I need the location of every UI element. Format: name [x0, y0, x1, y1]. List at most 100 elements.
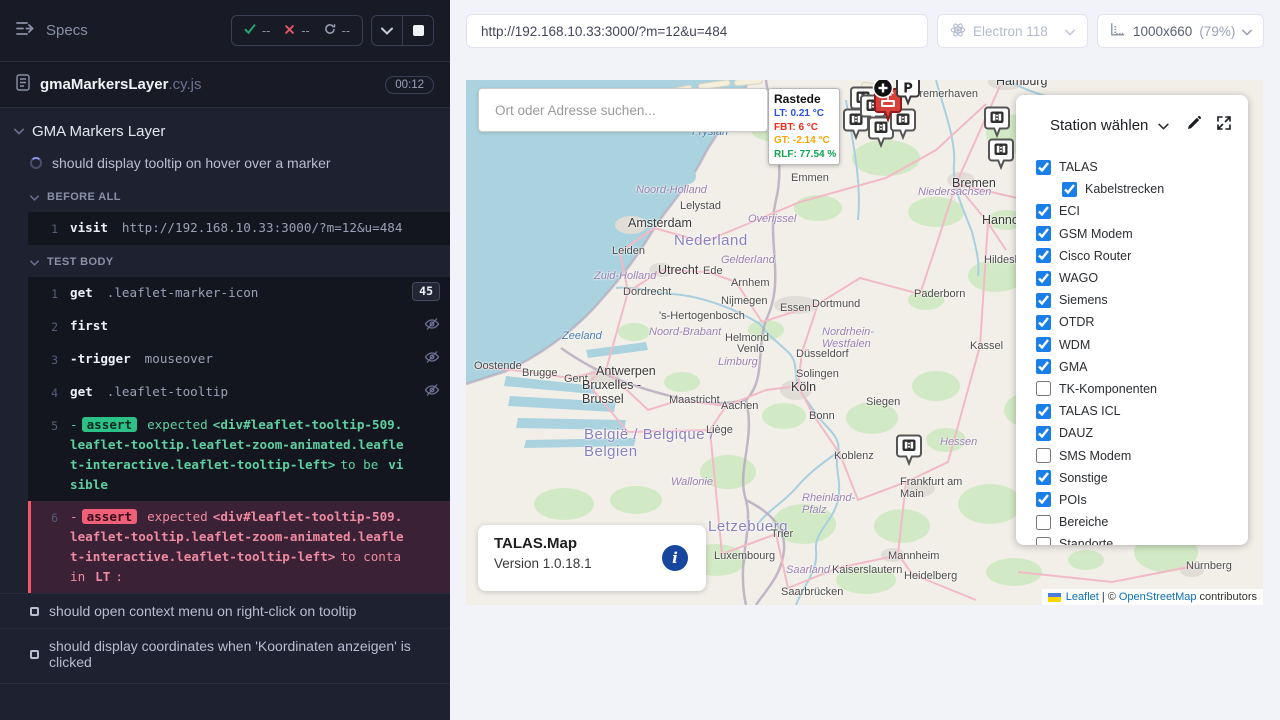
station-checkbox[interactable]	[1036, 337, 1051, 352]
chevron-down-icon	[30, 253, 39, 271]
tooltip-title: Rastede	[774, 92, 834, 106]
aut-toolbar: Electron 118 1000x660 (79%)	[450, 0, 1280, 62]
suite-title: GMA Markers Layer	[32, 123, 165, 140]
station-label: POIs	[1059, 493, 1087, 507]
station-checkbox[interactable]	[1036, 248, 1051, 263]
station-checkbox[interactable]	[1036, 426, 1051, 441]
station-item: OTDR	[1036, 311, 1232, 333]
stations-title: Station wählen	[1050, 117, 1148, 134]
app-title: TALAS.Map	[494, 535, 690, 552]
station-item: Bereiche	[1036, 511, 1232, 533]
station-label: GSM Modem	[1059, 227, 1133, 241]
before-all-header[interactable]: BEFORE ALL	[0, 180, 450, 212]
test-pending-2[interactable]: should display coordinates when 'Koordin…	[0, 628, 450, 679]
station-checkbox[interactable]	[1036, 537, 1051, 545]
station-item: TALAS	[1036, 156, 1232, 178]
station-checkbox[interactable]	[1036, 381, 1051, 396]
station-item: Standorte	[1036, 533, 1232, 545]
station-label: TK-Komponenten	[1059, 382, 1157, 396]
station-checkbox[interactable]	[1036, 470, 1051, 485]
station-checkbox[interactable]	[1036, 359, 1051, 374]
search-input[interactable]	[479, 103, 767, 118]
station-checkbox[interactable]	[1036, 492, 1051, 507]
invisible-eye-icon	[424, 349, 440, 371]
collapse-tests-button[interactable]	[372, 16, 402, 45]
info-icon[interactable]: i	[662, 545, 688, 571]
viewport-select[interactable]: 1000x660 (79%)	[1097, 14, 1264, 48]
station-checkbox[interactable]	[1036, 404, 1051, 419]
station-label: TALAS	[1059, 160, 1098, 174]
station-item: TK-Komponenten	[1036, 378, 1232, 400]
station-checkbox[interactable]	[1036, 204, 1051, 219]
assert-passed-row[interactable]: 5 -assertexpected<div#leaflet-tooltip-50…	[28, 409, 450, 501]
passed-count: --	[244, 23, 270, 38]
test-pending-1[interactable]: should open context menu on right-click …	[0, 593, 450, 628]
tooltip-value-row: GT: -2.14 °C	[774, 134, 834, 148]
station-checkbox[interactable]	[1036, 293, 1051, 308]
station-label: WDM	[1059, 338, 1090, 352]
osm-link[interactable]: OpenStreetMap	[1119, 591, 1197, 603]
station-label: DAUZ	[1059, 426, 1093, 440]
spec-row[interactable]: gmaMarkersLayer.cy.js 00:12	[0, 62, 450, 108]
command-row-visit[interactable]: 1 visithttp://192.168.10.33:3000/?m=12&u…	[28, 212, 450, 245]
invisible-eye-icon	[424, 316, 440, 338]
chevron-down-icon	[1065, 24, 1075, 39]
station-checkbox[interactable]	[1062, 182, 1077, 197]
chevron-down-icon[interactable]	[1158, 117, 1169, 135]
station-label: GMA	[1059, 360, 1087, 374]
invisible-eye-icon	[424, 382, 440, 404]
tooltip-value-row: RLF: 77.54 %	[774, 148, 834, 162]
station-item: WAGO	[1036, 267, 1232, 289]
test-running[interactable]: should display tooltip on hover over a m…	[0, 146, 450, 180]
command-row-trigger[interactable]: 3 -triggermouseover	[28, 343, 450, 376]
reporter-header: Specs -- -- --	[0, 0, 450, 62]
stop-button[interactable]	[403, 16, 433, 45]
expand-icon[interactable]	[1216, 115, 1232, 136]
station-list: TALASKabelstreckenECIGSM ModemCisco Rout…	[1036, 156, 1232, 545]
station-label: Cisco Router	[1059, 249, 1131, 263]
stop-icon	[413, 25, 424, 36]
pending-square-icon	[30, 650, 39, 659]
station-item: SMS Modem	[1036, 444, 1232, 466]
command-row-get[interactable]: 1 get.leaflet-marker-icon 45	[28, 277, 450, 310]
station-item: WDM	[1036, 334, 1232, 356]
station-label: Standorte	[1059, 537, 1113, 545]
test-body-header[interactable]: TEST BODY	[0, 245, 450, 277]
station-checkbox[interactable]	[1036, 448, 1051, 463]
url-input[interactable]	[481, 24, 913, 39]
aut-panel: Electron 118 1000x660 (79%)	[450, 0, 1280, 720]
map[interactable]: HamburgBremerhavenBremenNiedersachsenHan…	[466, 80, 1263, 605]
station-checkbox[interactable]	[1036, 160, 1051, 175]
station-label: TALAS ICL	[1059, 404, 1121, 418]
assert-failed-row[interactable]: 6 -assertexpected<div#leaflet-tooltip-50…	[28, 501, 450, 593]
stations-panel: Station wählen TALASKabelstreckenECIGSM …	[1016, 95, 1248, 545]
edit-pencil-icon[interactable]	[1186, 115, 1202, 136]
station-label: OTDR	[1059, 315, 1094, 329]
app-version: Version 1.0.18.1	[494, 556, 690, 571]
test-body-commands: 1 get.leaflet-marker-icon 45 2 first 3 -…	[28, 277, 450, 593]
station-item: POIs	[1036, 489, 1232, 511]
command-row-get-tooltip[interactable]: 4 get.leaflet-tooltip	[28, 376, 450, 409]
spec-duration-badge: 00:12	[385, 76, 434, 94]
leaflet-link[interactable]: Leaflet	[1066, 591, 1099, 603]
station-checkbox[interactable]	[1036, 271, 1051, 286]
cross-icon	[284, 24, 295, 38]
station-item: DAUZ	[1036, 422, 1232, 444]
station-item: GSM Modem	[1036, 223, 1232, 245]
specs-menu-icon[interactable]	[16, 21, 36, 41]
station-item: GMA	[1036, 356, 1232, 378]
browser-select[interactable]: Electron 118	[937, 14, 1088, 48]
suite-header[interactable]: GMA Markers Layer	[0, 108, 450, 146]
map-attribution: Leaflet | © OpenStreetMap contributors	[1042, 589, 1263, 605]
run-controls	[371, 15, 434, 46]
chevron-down-icon	[30, 188, 39, 206]
pending-count: --	[324, 23, 350, 38]
station-label: ECI	[1059, 204, 1080, 218]
station-checkbox[interactable]	[1036, 315, 1051, 330]
station-checkbox[interactable]	[1036, 515, 1051, 530]
command-row-first[interactable]: 2 first	[28, 310, 450, 343]
map-search[interactable]	[478, 88, 768, 132]
url-bar[interactable]	[466, 14, 928, 48]
station-checkbox[interactable]	[1036, 226, 1051, 241]
tooltip-value-row: FBT: 6 °C	[774, 121, 834, 135]
